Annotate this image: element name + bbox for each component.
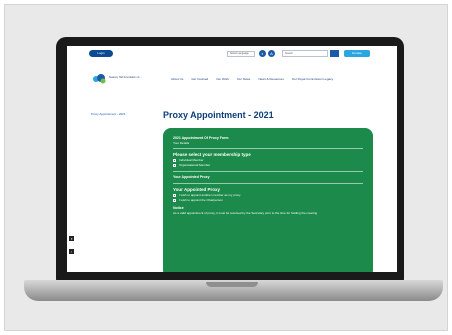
divider: [173, 183, 363, 184]
proxy-form: 2021 Appointment Of Proxy Form Your Deta…: [163, 128, 373, 272]
divider: [173, 171, 363, 172]
logo-mark-icon: [93, 74, 106, 84]
nav-item-resources[interactable]: News & Resources: [258, 77, 284, 81]
donate-button[interactable]: Donate: [344, 50, 370, 57]
nav-item-get-involved[interactable]: Get Involved: [191, 77, 208, 81]
nav-item-our-work[interactable]: Our Work: [216, 77, 229, 81]
checkbox[interactable]: [173, 159, 176, 162]
nav-item-about[interactable]: About Us: [171, 77, 183, 81]
accessibility-icon[interactable]: ◐: [259, 50, 266, 57]
print-icon[interactable]: ▫: [69, 249, 74, 254]
notice-text: As a valid appointment of proxy, it must…: [173, 211, 318, 215]
nav-item-our-news[interactable]: Our News: [237, 77, 250, 81]
proxy-option[interactable]: I wish to appoint the Chairperson: [173, 198, 363, 203]
option-label: Organisational Member: [179, 163, 211, 167]
utility-bar: Login Select Language ◐ A Search Donate: [67, 46, 397, 60]
search-button[interactable]: [330, 50, 339, 57]
page-title: Proxy Appointment - 2021: [163, 110, 274, 120]
checkbox[interactable]: [173, 164, 176, 167]
appointed-proxy-label: Your Appointed Proxy: [173, 175, 210, 179]
logo-text: Seabury Hall Foundation of ...: [109, 76, 143, 79]
search-input[interactable]: Search: [282, 50, 328, 57]
text-size-icon[interactable]: A: [268, 50, 275, 57]
checkbox[interactable]: [173, 194, 176, 197]
divider: [173, 148, 363, 149]
nav-item-royal-commission[interactable]: Our Royal Commission Legacy: [292, 77, 333, 81]
site-logo[interactable]: Seabury Hall Foundation of ...: [91, 72, 151, 86]
laptop-notch: [206, 282, 258, 287]
login-button[interactable]: Login: [89, 50, 113, 57]
form-subheading: Your Details: [173, 141, 190, 145]
main-nav: About Us Get Involved Our Work Our News …: [171, 77, 333, 81]
share-icon[interactable]: ◑: [69, 236, 74, 241]
membership-option[interactable]: Organisational Member: [173, 163, 363, 168]
laptop-screen: Login Select Language ◐ A Search Donate …: [67, 46, 397, 272]
breadcrumb[interactable]: Proxy Appointment - 2021: [91, 112, 126, 116]
option-label: I wish to appoint the Chairperson: [179, 198, 223, 202]
language-select[interactable]: Select Language: [227, 51, 255, 57]
checkbox[interactable]: [173, 199, 176, 202]
